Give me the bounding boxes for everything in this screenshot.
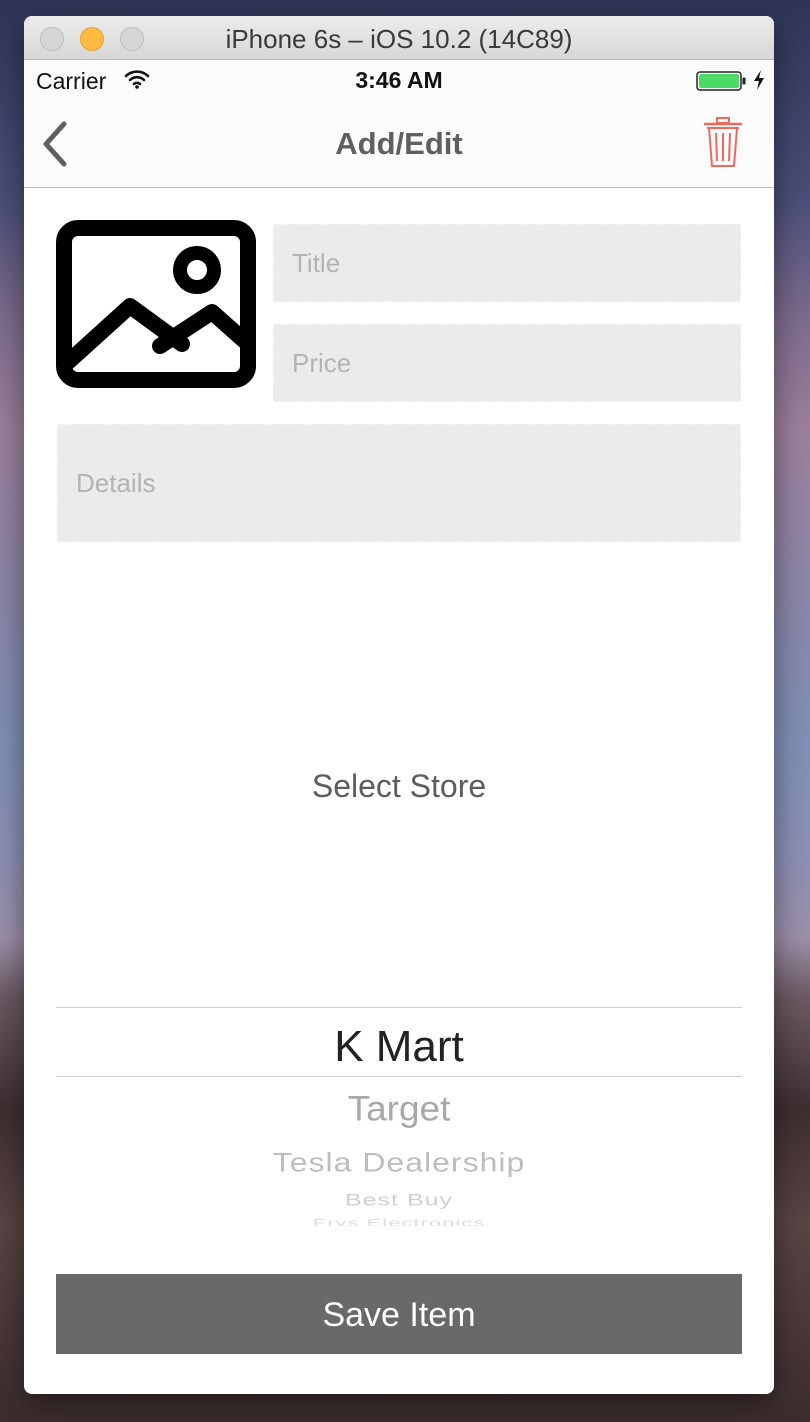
picker-selection-top-line bbox=[56, 1007, 742, 1008]
picker-option[interactable]: Tesla Dealership bbox=[56, 1147, 742, 1178]
picker-selection-bottom-line bbox=[56, 1076, 742, 1077]
price-input[interactable] bbox=[274, 325, 740, 401]
simulator-window: iPhone 6s – iOS 10.2 (14C89) Carrier 3:4… bbox=[24, 16, 774, 1394]
price-field[interactable] bbox=[273, 324, 741, 402]
status-time: 3:46 AM bbox=[355, 67, 443, 93]
status-bar: Carrier 3:46 AM bbox=[24, 60, 774, 100]
battery-icon bbox=[696, 71, 746, 91]
select-store-label: Select Store bbox=[311, 768, 487, 804]
image-placeholder-icon[interactable] bbox=[56, 220, 256, 388]
window-titlebar: iPhone 6s – iOS 10.2 (14C89) bbox=[24, 16, 774, 60]
save-item-button[interactable]: Save Item bbox=[56, 1274, 742, 1354]
picker-option[interactable]: Frys Electronics bbox=[56, 1217, 742, 1227]
trash-icon[interactable] bbox=[702, 116, 744, 170]
navigation-bar: Add/Edit bbox=[24, 100, 774, 188]
store-picker[interactable]: K Mart Target Tesla Dealership Best Buy … bbox=[56, 986, 742, 1226]
window-title: iPhone 6s – iOS 10.2 (14C89) bbox=[225, 24, 573, 54]
title-input[interactable] bbox=[274, 225, 740, 301]
details-input[interactable] bbox=[58, 425, 740, 541]
picker-option-selected[interactable]: K Mart bbox=[56, 1022, 742, 1072]
picker-option[interactable]: Target bbox=[56, 1089, 742, 1128]
charging-icon bbox=[754, 70, 764, 90]
details-field[interactable] bbox=[57, 424, 741, 542]
page-title: Add/Edit bbox=[335, 126, 463, 161]
title-field[interactable] bbox=[273, 224, 741, 302]
picker-option[interactable]: Best Buy bbox=[56, 1191, 742, 1210]
